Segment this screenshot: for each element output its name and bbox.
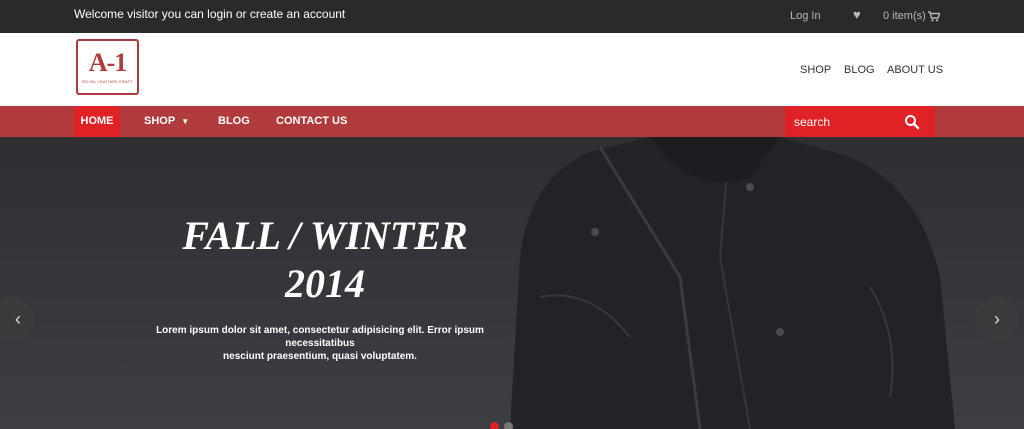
slider-dot-2[interactable] xyxy=(504,422,513,429)
chevron-right-icon: › xyxy=(994,309,1000,329)
cart-icon xyxy=(927,10,940,21)
hero-title: FALL / WINTER 2014 xyxy=(170,212,480,308)
logo-mark: A-1 xyxy=(88,48,127,77)
hero-description: Lorem ipsum dolor sit amet, consectetur … xyxy=(150,324,490,363)
hero-title-line1: FALL / WINTER xyxy=(182,213,468,258)
nav-item-home[interactable]: HOME xyxy=(74,106,120,137)
nav-item-shop-label: SHOP xyxy=(144,115,176,127)
hero-title-line2: 2014 xyxy=(285,261,365,306)
slider-next-button[interactable]: › xyxy=(975,297,1019,341)
heart-icon[interactable]: ♥ xyxy=(853,7,861,22)
logo-subtitle: ROYAL LEATHER CRAFT xyxy=(82,79,133,84)
nav-item-contact-us[interactable]: CONTACT US xyxy=(276,106,347,137)
search-icon[interactable] xyxy=(904,114,920,130)
hero-description-line1: Lorem ipsum dolor sit amet, consectetur … xyxy=(156,325,484,349)
nav-item-blog[interactable]: BLOG xyxy=(218,106,250,137)
top-bar: Welcome visitor you can login or create … xyxy=(0,0,1024,33)
nav-item-shop[interactable]: SHOP ▼ xyxy=(144,106,189,137)
chevron-left-icon: ‹ xyxy=(15,309,21,329)
hero-description-line2: nesciunt praesentium, quasi voluptatem. xyxy=(223,351,417,362)
cart-count: 0 item(s) xyxy=(883,10,926,22)
cart-link[interactable]: 0 item(s) xyxy=(883,10,940,22)
slider-prev-button[interactable]: ‹ xyxy=(0,297,34,341)
header-nav-shop[interactable]: SHOP xyxy=(800,64,831,76)
site-header: A-1 ROYAL LEATHER CRAFT SHOP BLOG ABOUT … xyxy=(0,33,1024,106)
login-link[interactable]: Log In xyxy=(790,10,821,22)
slider-dot-1[interactable] xyxy=(490,422,499,429)
main-nav: HOME SHOP ▼ BLOG CONTACT US xyxy=(0,106,1024,137)
header-nav-about-us[interactable]: ABOUT US xyxy=(887,64,943,76)
search-box xyxy=(785,106,935,137)
chevron-down-icon: ▼ xyxy=(181,117,190,126)
site-logo[interactable]: A-1 ROYAL LEATHER CRAFT xyxy=(76,39,139,95)
search-input[interactable] xyxy=(794,113,894,131)
header-nav-blog[interactable]: BLOG xyxy=(844,64,875,76)
leather-jacket-image xyxy=(510,137,955,429)
welcome-message: Welcome visitor you can login or create … xyxy=(74,7,346,21)
slider-pagination xyxy=(490,422,513,429)
hero-slider: FALL / WINTER 2014 Lorem ipsum dolor sit… xyxy=(0,137,1024,429)
